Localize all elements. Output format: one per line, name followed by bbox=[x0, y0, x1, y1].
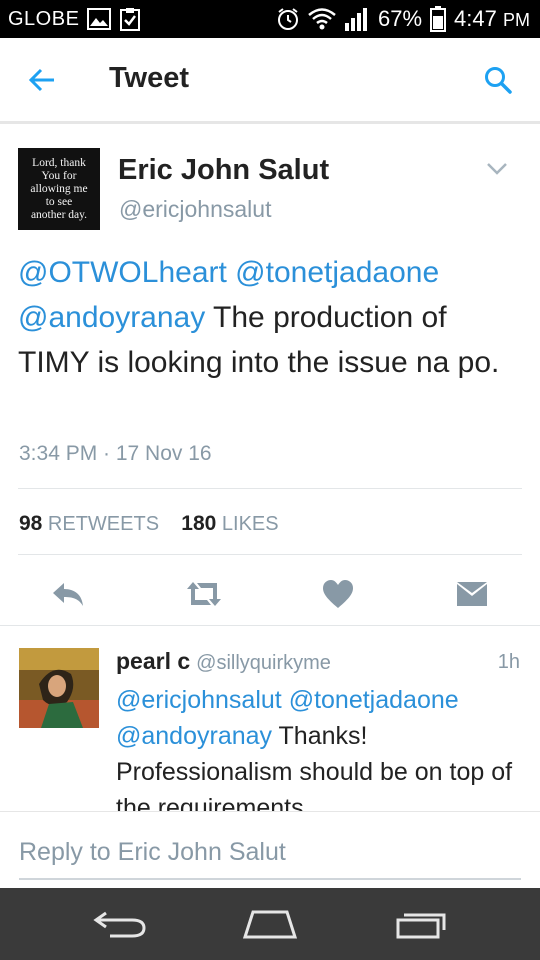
search-button[interactable] bbox=[480, 62, 516, 98]
back-button[interactable] bbox=[22, 62, 62, 98]
divider bbox=[18, 554, 522, 555]
tweet-timestamp: 3:34 PM · 17 Nov 16 bbox=[19, 442, 212, 465]
system-nav-bar bbox=[0, 888, 540, 960]
tweet-stats: 98 RETWEETS 180 LIKES bbox=[19, 512, 279, 536]
search-icon bbox=[485, 67, 512, 94]
direct-message-icon bbox=[457, 582, 487, 606]
chevron-down-icon[interactable] bbox=[486, 162, 508, 176]
tweet-actions bbox=[0, 570, 540, 622]
home-icon bbox=[242, 910, 298, 939]
reply-button[interactable] bbox=[48, 576, 88, 612]
input-underline bbox=[19, 878, 521, 880]
clipboard-check-icon bbox=[119, 7, 141, 31]
mention-link[interactable]: @andoyranay bbox=[116, 722, 272, 750]
reply-compose-bar bbox=[0, 811, 540, 888]
like-label[interactable]: LIKES bbox=[222, 513, 279, 535]
signal-icon bbox=[344, 7, 370, 31]
retweet-button[interactable] bbox=[184, 576, 224, 612]
nav-back-icon bbox=[93, 911, 146, 938]
carrier-label: GLOBE bbox=[8, 7, 80, 30]
like-count[interactable]: 180 bbox=[181, 512, 216, 535]
heart-icon bbox=[323, 580, 353, 608]
mention-link[interactable]: @tonetjadaone bbox=[235, 256, 439, 289]
mention-link[interactable]: @tonetjadaone bbox=[289, 686, 459, 714]
reply-time: 1h bbox=[497, 651, 520, 673]
reply-input[interactable] bbox=[19, 832, 521, 872]
retweet-count[interactable]: 98 bbox=[19, 512, 42, 535]
mention-link[interactable]: @OTWOLheart bbox=[18, 256, 227, 289]
recent-apps-icon bbox=[396, 913, 446, 939]
divider bbox=[18, 488, 522, 489]
reply-handle: @sillyquirkyme bbox=[196, 652, 331, 674]
reply-avatar[interactable] bbox=[19, 648, 99, 728]
image-notification-icon bbox=[87, 8, 112, 30]
reply-icon bbox=[53, 583, 83, 606]
page-title: Tweet bbox=[109, 62, 190, 94]
nav-back-button[interactable] bbox=[88, 904, 152, 944]
wifi-icon bbox=[308, 8, 336, 30]
battery-percent: 67% bbox=[378, 6, 423, 31]
status-bar: GLOBE 67% 4:47 PM bbox=[0, 0, 540, 38]
author-avatar[interactable]: Lord, thank You for allowing me to see a… bbox=[18, 148, 100, 230]
author-name[interactable]: Eric John Salut bbox=[118, 154, 329, 187]
author-handle[interactable]: @ericjohnsalut bbox=[119, 196, 271, 223]
direct-message-button[interactable] bbox=[452, 576, 492, 612]
reply-text: @ericjohnsalut @tonetjadaone @andoyranay… bbox=[116, 682, 526, 811]
back-arrow-icon bbox=[28, 68, 54, 92]
mention-link[interactable]: @ericjohnsalut bbox=[116, 686, 282, 714]
alarm-icon bbox=[276, 7, 300, 31]
retweet-label[interactable]: RETWEETS bbox=[48, 513, 159, 535]
mention-link[interactable]: @andoyranay bbox=[18, 301, 205, 334]
like-button[interactable] bbox=[318, 576, 358, 612]
nav-recents-button[interactable] bbox=[390, 904, 454, 944]
clock: 4:47 PM bbox=[454, 6, 530, 31]
tweet-text: @OTWOLheart @tonetjadaone @andoyranay Th… bbox=[18, 250, 523, 385]
nav-home-button[interactable] bbox=[238, 904, 302, 944]
reply-tweet[interactable]: pearl c @sillyquirkyme 1h @ericjohnsalut … bbox=[0, 625, 540, 811]
reply-author[interactable]: pearl c @sillyquirkyme bbox=[116, 648, 331, 675]
battery-icon bbox=[430, 6, 447, 32]
retweet-icon bbox=[187, 582, 221, 606]
app-bar: Tweet bbox=[0, 38, 540, 124]
